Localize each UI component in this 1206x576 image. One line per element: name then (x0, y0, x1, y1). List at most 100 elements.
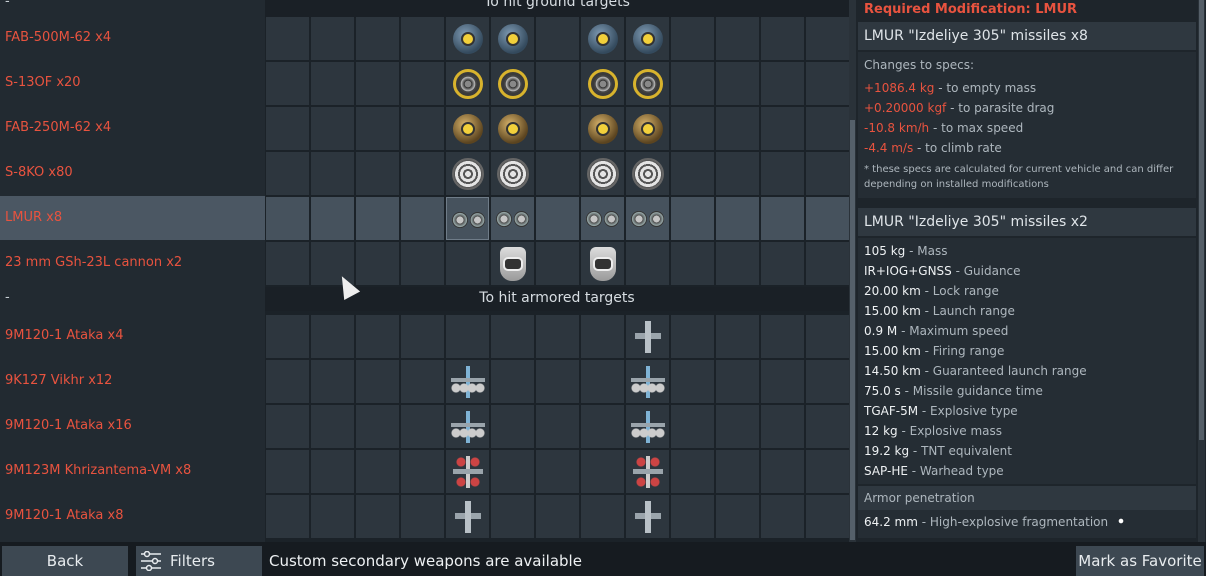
pylon-cell[interactable] (716, 405, 759, 448)
pylon-cell[interactable] (356, 360, 399, 403)
pylon-cell[interactable] (806, 152, 849, 195)
pylon-cell[interactable] (581, 360, 624, 403)
pylon-cell[interactable] (446, 152, 489, 195)
pylon-cell[interactable] (536, 242, 579, 285)
pylon-cell[interactable] (266, 315, 309, 358)
pylon-cell[interactable] (716, 315, 759, 358)
pylon-cell[interactable] (626, 17, 669, 60)
pylon-cell[interactable] (491, 450, 534, 493)
pylon-cell[interactable] (761, 17, 804, 60)
weapon-row-label[interactable]: LMUR x8 (0, 196, 265, 240)
pylon-cell[interactable] (446, 495, 489, 538)
pylon-cell[interactable] (536, 152, 579, 195)
pylon-cell[interactable] (356, 107, 399, 150)
pylon-cell[interactable] (401, 450, 444, 493)
pylon-cell[interactable] (491, 242, 534, 285)
pylon-cell[interactable] (626, 450, 669, 493)
pylon-cell[interactable] (581, 197, 624, 240)
pylon-cell[interactable] (761, 242, 804, 285)
pylon-cell[interactable] (356, 62, 399, 105)
pylon-cell[interactable] (716, 107, 759, 150)
pylon-cell[interactable] (401, 405, 444, 448)
pylon-cell[interactable] (536, 17, 579, 60)
pylon-cell[interactable] (446, 360, 489, 403)
pylon-cell[interactable] (806, 495, 849, 538)
pylon-cell[interactable] (446, 315, 489, 358)
pylon-cell[interactable] (671, 360, 714, 403)
pylon-cell[interactable] (536, 360, 579, 403)
pylon-cell[interactable] (311, 152, 354, 195)
pylon-cell[interactable] (806, 450, 849, 493)
pylon-cell[interactable] (716, 62, 759, 105)
pylon-cell[interactable] (446, 450, 489, 493)
pylon-cell[interactable] (356, 152, 399, 195)
weapon-row-label[interactable]: FAB-250M-62 x4 (0, 106, 265, 150)
pylon-cell[interactable] (401, 242, 444, 285)
pylon-cell[interactable] (266, 107, 309, 150)
pylon-cell[interactable] (671, 495, 714, 538)
pylon-cell[interactable] (761, 197, 804, 240)
pylon-cell[interactable] (626, 360, 669, 403)
pylon-cell[interactable] (356, 495, 399, 538)
pylon-cell[interactable] (806, 360, 849, 403)
pylon-cell[interactable] (401, 315, 444, 358)
pylon-cell[interactable] (311, 17, 354, 60)
pylon-cell[interactable] (626, 242, 669, 285)
pylon-cell[interactable] (266, 17, 309, 60)
pylon-cell[interactable] (491, 315, 534, 358)
pylon-cell[interactable] (266, 450, 309, 493)
pylon-cell[interactable] (536, 107, 579, 150)
pylon-cell[interactable] (491, 152, 534, 195)
pylon-cell[interactable] (401, 17, 444, 60)
pylon-cell[interactable] (446, 62, 489, 105)
pylon-cell[interactable] (761, 152, 804, 195)
details-scrollbar-thumb[interactable] (1199, 0, 1204, 440)
pylon-cell[interactable] (761, 450, 804, 493)
pylon-cell[interactable] (626, 62, 669, 105)
pylon-cell[interactable] (806, 242, 849, 285)
pylon-cell[interactable] (671, 450, 714, 493)
weapon-row-label[interactable]: 9M120-1 Ataka x8 (0, 494, 265, 538)
pylon-cell[interactable] (716, 495, 759, 538)
pylon-cell[interactable] (311, 405, 354, 448)
weapon-row-label[interactable]: S-13OF x20 (0, 61, 265, 105)
pylon-cell[interactable] (311, 495, 354, 538)
pylon-cell[interactable] (311, 197, 354, 240)
pylon-cell[interactable] (536, 405, 579, 448)
pylon-cell[interactable] (671, 107, 714, 150)
pylon-cell[interactable] (626, 405, 669, 448)
pylon-cell[interactable] (446, 17, 489, 60)
pylon-cell[interactable] (446, 197, 489, 240)
pylon-cell[interactable] (401, 62, 444, 105)
pylon-cell[interactable] (536, 450, 579, 493)
pylon-cell[interactable] (716, 242, 759, 285)
pylon-cell[interactable] (536, 315, 579, 358)
pylon-cell[interactable] (356, 315, 399, 358)
mark-favorite-button[interactable]: Mark as Favorite (1076, 546, 1204, 576)
pylon-cell[interactable] (311, 360, 354, 403)
pylon-cell[interactable] (716, 17, 759, 60)
pylon-cell[interactable] (266, 360, 309, 403)
pylon-cell[interactable] (626, 495, 669, 538)
pylon-cell[interactable] (401, 495, 444, 538)
pylon-cell[interactable] (806, 62, 849, 105)
weapon-row-label[interactable]: 9M123M Khrizantema-VM x8 (0, 449, 265, 493)
weapon-row-label[interactable]: S-8KO x80 (0, 151, 265, 195)
weapon-row-label[interactable]: 23 mm GSh-23L cannon x2 (0, 241, 265, 285)
pylon-cell[interactable] (716, 450, 759, 493)
pylon-cell[interactable] (356, 242, 399, 285)
pylon-cell[interactable] (446, 242, 489, 285)
pylon-cell[interactable] (671, 242, 714, 285)
pylon-cell[interactable] (626, 197, 669, 240)
back-button[interactable]: Back (2, 546, 128, 576)
pylon-cell[interactable] (806, 17, 849, 60)
pylon-cell[interactable] (581, 242, 624, 285)
pylon-cell[interactable] (446, 107, 489, 150)
pylon-cell[interactable] (581, 405, 624, 448)
pylon-cell[interactable] (491, 107, 534, 150)
pylon-cell[interactable] (761, 62, 804, 105)
pylon-cell[interactable] (536, 495, 579, 538)
pylon-cell[interactable] (806, 107, 849, 150)
pylon-cell[interactable] (761, 405, 804, 448)
pylon-cell[interactable] (266, 197, 309, 240)
